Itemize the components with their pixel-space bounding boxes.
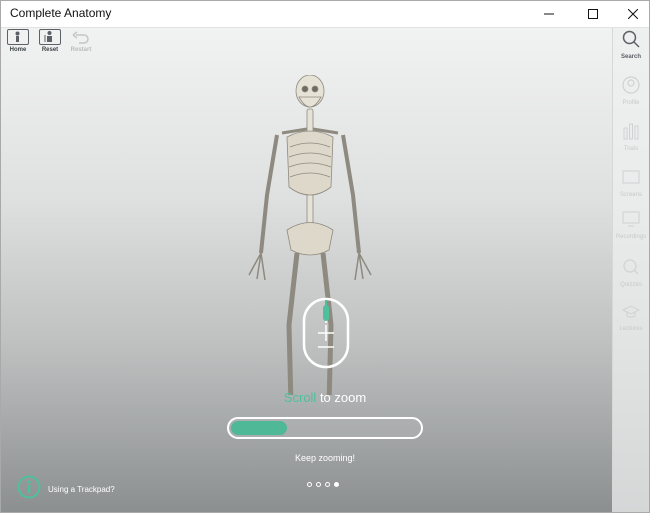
mouse-scroll-icon: [302, 297, 350, 369]
reset-button[interactable]: Reset: [34, 29, 66, 53]
sidebar-label-recordings: Recordings: [615, 234, 647, 240]
window-title: Complete Anatomy: [10, 6, 112, 20]
restart-label: Restart: [70, 47, 92, 53]
home-label: Home: [9, 47, 27, 53]
sidebar-label-profile: Profile: [622, 100, 640, 106]
sidebar-item-screens[interactable]: Screens: [613, 168, 649, 198]
sidebar-label-screens: Screens: [619, 192, 642, 198]
step-dot: [334, 482, 339, 487]
step-dot: [307, 482, 312, 487]
scroll-instruction: Scroll to zoom: [1, 390, 649, 405]
search-icon: [622, 30, 640, 48]
sidebar-item-search[interactable]: Search: [613, 30, 649, 60]
zoom-progress-bar: [227, 417, 423, 439]
right-sidebar: Search Profile Trials Screens Recordings…: [612, 28, 649, 512]
home-button[interactable]: Home: [2, 29, 34, 53]
trackpad-help[interactable]: Using a Trackpad?: [17, 475, 115, 504]
sidebar-item-quizzes[interactable]: Quizzes: [613, 258, 649, 288]
step-dot: [316, 482, 321, 487]
zoom-progress-fill: [231, 421, 287, 435]
trackpad-label: Using a Trackpad?: [48, 485, 115, 494]
sidebar-item-lectures[interactable]: Lectures: [613, 302, 649, 332]
title-bar: Complete Anatomy: [1, 1, 649, 28]
reset-label: Reset: [41, 47, 59, 53]
close-button[interactable]: [613, 1, 649, 27]
step-dot: [325, 482, 330, 487]
reset-icon: [39, 29, 61, 45]
trials-icon: [623, 123, 639, 140]
minimize-button[interactable]: [529, 1, 569, 27]
close-icon: [628, 9, 638, 19]
minimize-icon: [544, 13, 554, 15]
sidebar-item-trials[interactable]: Trials: [613, 122, 649, 152]
undo-icon: [70, 29, 92, 45]
maximize-button[interactable]: [573, 1, 613, 27]
app-window: Complete Anatomy Home Reset Restart Scro…: [0, 0, 650, 513]
sidebar-item-profile[interactable]: Profile: [613, 76, 649, 106]
sidebar-label-trials: Trials: [623, 146, 639, 152]
recordings-icon: [622, 211, 640, 227]
sidebar-item-recordings[interactable]: Recordings: [613, 210, 649, 240]
lectures-icon: [621, 305, 641, 318]
maximize-icon: [588, 9, 598, 19]
restart-button[interactable]: Restart: [65, 29, 97, 53]
sidebar-label-search: Search: [620, 54, 641, 60]
anatomy-viewport[interactable]: Home Reset Restart Scroll to zoom Keep z…: [1, 28, 649, 512]
sidebar-label-quizzes: Quizzes: [620, 282, 642, 288]
profile-icon: [622, 76, 640, 94]
quizzes-icon: [623, 259, 639, 275]
screens-icon: [622, 170, 640, 184]
sidebar-label-lectures: Lectures: [619, 326, 643, 332]
step-indicator: [307, 482, 339, 487]
info-icon: [17, 475, 41, 499]
scroll-action-rest: to zoom: [316, 390, 367, 405]
feedback-text: Keep zooming!: [294, 453, 356, 463]
home-icon: [7, 29, 29, 45]
scroll-action-word: Scroll: [283, 390, 317, 405]
